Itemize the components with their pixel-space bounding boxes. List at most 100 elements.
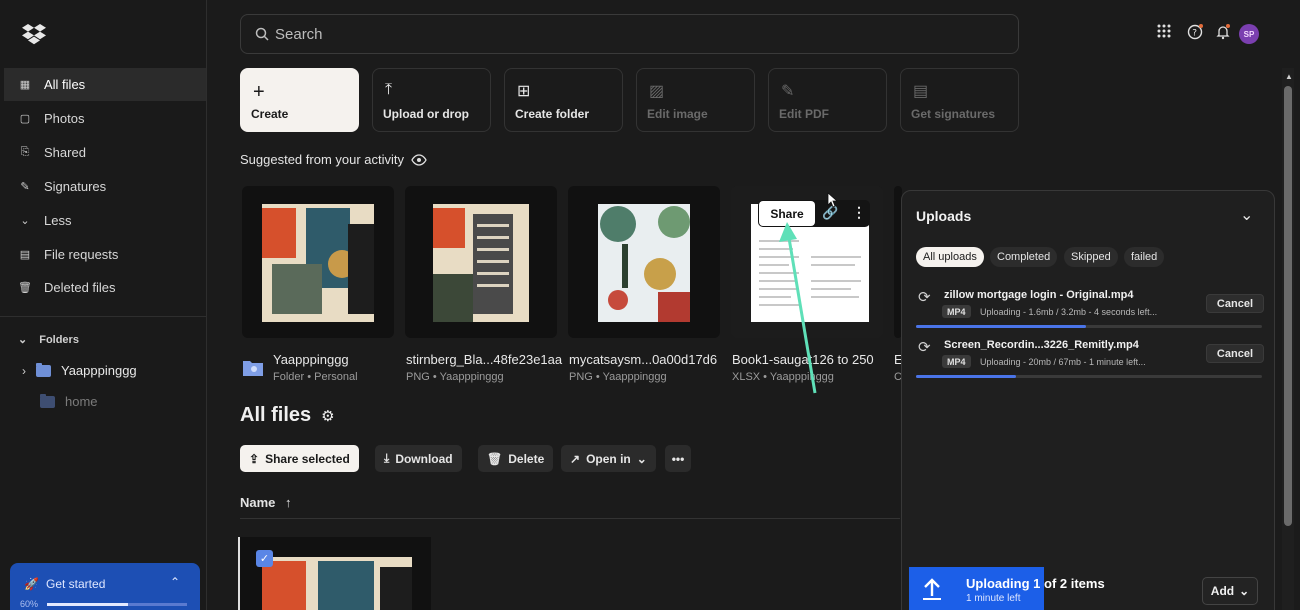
create-button[interactable]: + Create bbox=[240, 68, 359, 132]
filter-all-uploads[interactable]: All uploads bbox=[916, 247, 984, 267]
suggested-title[interactable]: Yaapppinggg bbox=[273, 352, 349, 367]
search-icon bbox=[255, 27, 269, 41]
suggested-title[interactable]: mycatsaysm...0a00d17d6 bbox=[569, 352, 717, 367]
chevron-down-icon: ⌄ bbox=[636, 451, 647, 466]
upload-icon: ⤒ bbox=[385, 81, 393, 98]
upload-summary-time: 1 minute left bbox=[966, 593, 1021, 604]
trash-icon: 🗑 bbox=[487, 451, 503, 466]
uploads-panel: Uploads ⌄ All uploads Completed Skipped … bbox=[901, 190, 1275, 610]
suggested-card-folder[interactable] bbox=[242, 186, 394, 338]
get-started-panel[interactable]: 🚀 Get started ⌃ 60% bbox=[10, 563, 200, 610]
file-type-badge: MP4 bbox=[942, 305, 971, 318]
edit-pdf-button[interactable]: ✎ Edit PDF bbox=[768, 68, 887, 132]
cancel-upload-button[interactable]: Cancel bbox=[1205, 344, 1264, 363]
sidebar: ▦ All files ▢ Photos ⎘ Shared ✎ Signatur… bbox=[0, 0, 207, 610]
divider bbox=[240, 518, 900, 519]
sidebar-folder-yaapppinggg[interactable]: › Yaapppinggg bbox=[22, 362, 137, 378]
sidebar-item-less[interactable]: ⌄ Less bbox=[4, 204, 206, 237]
get-started-progress bbox=[47, 603, 187, 606]
suggested-subtitle: PNG • Yaapppinggg bbox=[569, 371, 667, 383]
button-label: Delete bbox=[508, 451, 545, 466]
avatar-initials: SP bbox=[1243, 29, 1255, 39]
folders-heading[interactable]: ⌄ Folders bbox=[18, 333, 79, 347]
eye-icon[interactable] bbox=[411, 153, 427, 166]
sort-ascending-icon: ↑ bbox=[285, 495, 292, 510]
thumbnail-image bbox=[598, 204, 690, 322]
sidebar-item-deleted-files[interactable]: 🗑 Deleted files bbox=[4, 271, 206, 304]
svg-text:?: ? bbox=[1192, 29, 1197, 39]
get-signatures-button[interactable]: ▤ Get signatures bbox=[900, 68, 1019, 132]
scroll-up-icon[interactable]: ▲ bbox=[1285, 72, 1293, 81]
filter-skipped[interactable]: Skipped bbox=[1064, 247, 1118, 267]
tile-label: Create folder bbox=[515, 107, 590, 121]
upload-button[interactable]: ⤒ Upload or drop bbox=[372, 68, 491, 132]
tile-label: Create bbox=[251, 107, 289, 121]
suggested-card-png-2[interactable] bbox=[568, 186, 720, 338]
sidebar-item-photos[interactable]: ▢ Photos bbox=[4, 102, 206, 135]
file-requests-icon: ▤ bbox=[19, 249, 31, 261]
share-selected-button[interactable]: ⇪ Share selected bbox=[240, 445, 359, 472]
upload-arrow-icon bbox=[923, 578, 941, 600]
chevron-up-icon[interactable]: ⌃ bbox=[170, 575, 180, 589]
suggested-card-png-1[interactable] bbox=[405, 186, 557, 338]
sidebar-item-file-requests[interactable]: ▤ File requests bbox=[4, 238, 206, 271]
open-in-button[interactable]: ↗ Open in ⌄ bbox=[561, 445, 656, 472]
filter-failed[interactable]: failed bbox=[1124, 247, 1165, 267]
button-label: Download bbox=[395, 451, 453, 466]
button-label: Add bbox=[1210, 584, 1235, 598]
sidebar-item-signatures[interactable]: ✎ Signatures bbox=[4, 170, 206, 203]
suggested-subtitle: Folder • Personal bbox=[273, 371, 358, 383]
apps-grid-icon[interactable] bbox=[1157, 24, 1171, 38]
upload-file-name: zillow mortgage login - Original.mp4 bbox=[944, 289, 1134, 301]
chevron-down-icon[interactable]: ⌄ bbox=[1240, 205, 1253, 225]
signatures-icon: ✎ bbox=[20, 181, 30, 193]
search-input[interactable]: Search bbox=[240, 14, 1019, 54]
suggested-heading-label: Suggested from your activity bbox=[240, 152, 405, 167]
avatar[interactable]: SP bbox=[1239, 24, 1259, 44]
checkbox-checked[interactable]: ✓ bbox=[256, 550, 273, 567]
more-horizontal-icon: ••• bbox=[671, 451, 685, 466]
plus-icon: + bbox=[253, 81, 265, 103]
chevron-down-icon: ⌄ bbox=[18, 334, 28, 346]
get-started-percent: 60% bbox=[20, 599, 39, 609]
download-button[interactable]: ⤓ Download bbox=[375, 445, 462, 472]
sidebar-item-label: All files bbox=[44, 77, 86, 92]
column-label: Name bbox=[240, 495, 276, 510]
cancel-upload-button[interactable]: Cancel bbox=[1205, 294, 1264, 313]
image-icon: ▨ bbox=[649, 83, 665, 100]
shared-folder-icon bbox=[242, 357, 264, 377]
settings-gear-icon[interactable]: ⚙ bbox=[321, 407, 334, 425]
sidebar-item-label: File requests bbox=[44, 247, 119, 262]
annotation-arrow bbox=[779, 222, 817, 394]
search-placeholder: Search bbox=[275, 25, 323, 43]
add-button[interactable]: Add ⌄ bbox=[1202, 577, 1258, 605]
sidebar-item-all-files[interactable]: ▦ All files bbox=[4, 68, 206, 101]
more-vertical-icon[interactable]: ⋮ bbox=[852, 204, 866, 221]
rocket-icon: 🚀 bbox=[24, 577, 39, 591]
dropbox-logo-icon[interactable] bbox=[22, 22, 46, 46]
chip-label: Skipped bbox=[1071, 251, 1111, 263]
scrollbar-thumb[interactable] bbox=[1284, 86, 1292, 526]
edit-image-button[interactable]: ▨ Edit image bbox=[636, 68, 755, 132]
name-column-header[interactable]: Name ↑ bbox=[240, 495, 292, 510]
upload-item: ⟳ Screen_Recordin...3226_Remitly.mp4 MP4… bbox=[916, 339, 1264, 387]
filter-completed[interactable]: Completed bbox=[990, 247, 1058, 267]
delete-button[interactable]: 🗑 Delete bbox=[478, 445, 554, 472]
sync-icon: ⟳ bbox=[918, 339, 931, 356]
tile-label: Get signatures bbox=[911, 107, 996, 121]
scrollbar[interactable]: ▲ bbox=[1282, 68, 1294, 610]
create-folder-button[interactable]: ⊞ Create folder bbox=[504, 68, 623, 132]
sidebar-item-shared[interactable]: ⎘ Shared bbox=[4, 136, 206, 169]
chevron-down-icon: ⌄ bbox=[20, 215, 30, 227]
chevron-down-icon: ⌄ bbox=[1239, 584, 1250, 598]
file-grid-item[interactable]: ✓ bbox=[238, 537, 431, 610]
signature-doc-icon: ▤ bbox=[913, 83, 929, 100]
sidebar-folder-home[interactable]: home bbox=[40, 393, 98, 409]
help-icon[interactable]: ? bbox=[1187, 24, 1203, 40]
sidebar-item-label: Deleted files bbox=[44, 280, 116, 295]
notifications-bell-icon[interactable] bbox=[1215, 24, 1231, 40]
all-files-title: All files bbox=[240, 404, 312, 426]
suggested-title[interactable]: stirnberg_Bla...48fe23e1aa bbox=[406, 352, 562, 367]
file-type-badge: MP4 bbox=[942, 355, 971, 368]
more-actions-button[interactable]: ••• bbox=[665, 445, 691, 472]
